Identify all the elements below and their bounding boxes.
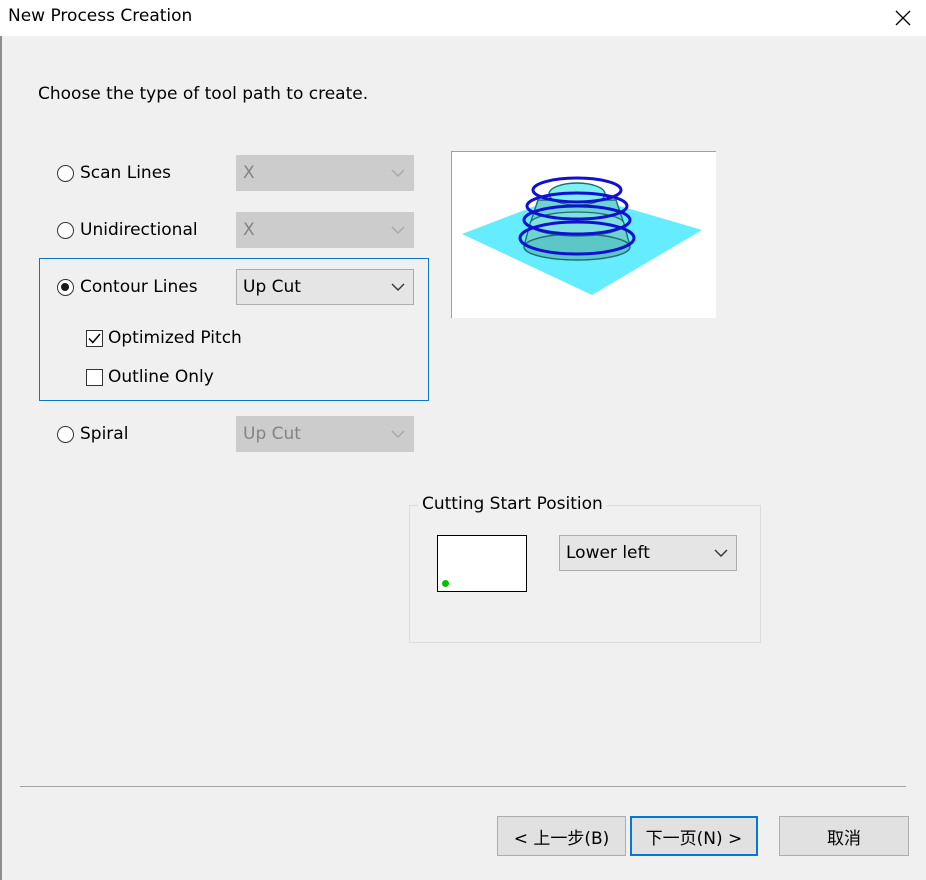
scan-lines-radio[interactable]	[57, 164, 74, 182]
spiral-radio[interactable]	[57, 425, 74, 443]
optimized-pitch-checkbox[interactable]	[86, 329, 103, 347]
next-button[interactable]: 下一页(N) >	[630, 816, 758, 856]
contour-lines-option[interactable]: Contour Lines	[57, 277, 198, 297]
close-icon	[895, 10, 911, 26]
scan-lines-select[interactable]: X	[236, 155, 414, 191]
chevron-down-icon	[383, 430, 413, 438]
window-left-edge	[0, 36, 2, 880]
title-bar: New Process Creation	[0, 0, 926, 36]
instruction-text: Choose the type of tool path to create.	[38, 84, 369, 104]
spiral-select[interactable]: Up Cut	[236, 416, 414, 452]
contour-lines-select[interactable]: Up Cut	[236, 269, 414, 305]
contour-lines-select-value: Up Cut	[243, 277, 301, 297]
scan-lines-option[interactable]: Scan Lines	[57, 163, 171, 183]
chevron-down-icon	[383, 226, 413, 234]
start-point-marker	[442, 580, 449, 587]
footer-separator	[20, 786, 906, 787]
unidirectional-label: Unidirectional	[80, 220, 198, 240]
spiral-label: Spiral	[80, 424, 129, 444]
start-position-select-value: Lower left	[566, 543, 650, 563]
back-button[interactable]: < 上一步(B)	[497, 816, 626, 856]
start-position-select[interactable]: Lower left	[559, 535, 737, 571]
spiral-option[interactable]: Spiral	[57, 424, 128, 444]
outline-only-option[interactable]: Outline Only	[86, 367, 214, 387]
checkmark-icon	[88, 333, 101, 344]
close-button[interactable]	[880, 0, 926, 36]
unidirectional-select[interactable]: X	[236, 212, 414, 248]
unidirectional-select-value: X	[243, 220, 255, 240]
chevron-down-icon	[383, 169, 413, 177]
contour-lines-label: Contour Lines	[80, 277, 198, 297]
optimized-pitch-label: Optimized Pitch	[108, 328, 242, 348]
contour-preview-illustration	[462, 176, 702, 295]
start-position-preview	[437, 535, 527, 592]
cutting-start-legend: Cutting Start Position	[418, 494, 607, 514]
toolpath-preview	[451, 151, 716, 318]
outline-only-checkbox[interactable]	[86, 368, 103, 386]
unidirectional-option[interactable]: Unidirectional	[57, 220, 198, 240]
contour-lines-radio[interactable]	[57, 278, 74, 296]
scan-lines-label: Scan Lines	[80, 163, 172, 183]
unidirectional-radio[interactable]	[57, 221, 74, 239]
optimized-pitch-option[interactable]: Optimized Pitch	[86, 328, 242, 348]
scan-lines-select-value: X	[243, 163, 255, 183]
window-title: New Process Creation	[8, 6, 193, 26]
outline-only-label: Outline Only	[108, 367, 214, 387]
cancel-button[interactable]: 取消	[779, 816, 909, 856]
chevron-down-icon	[706, 549, 736, 557]
chevron-down-icon	[383, 283, 413, 291]
spiral-select-value: Up Cut	[243, 424, 301, 444]
